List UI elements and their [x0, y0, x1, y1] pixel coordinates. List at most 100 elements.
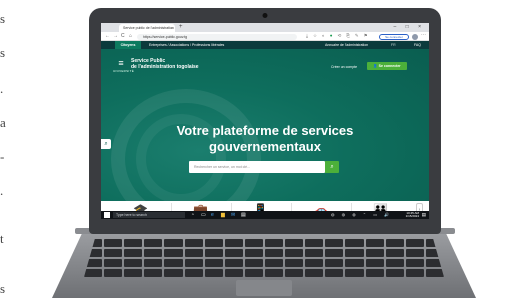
- keyboard-key: [365, 249, 384, 257]
- keyboard-key: [144, 239, 163, 247]
- site-top-nav: Citoyens Entreprises / Associations / Pr…: [101, 41, 429, 49]
- tab-entreprises[interactable]: Entreprises / Associations / Professions…: [149, 41, 224, 49]
- keyboard-key: [405, 249, 424, 257]
- keyboard-key: [345, 239, 364, 247]
- extension-icon[interactable]: ⎘: [346, 33, 350, 39]
- keyboard-key: [244, 269, 263, 277]
- home-icon[interactable]: ⌂: [129, 33, 132, 39]
- keyboard-key: [264, 269, 284, 277]
- extension-icon[interactable]: ◐: [322, 33, 325, 39]
- keyboard-key: [164, 269, 183, 277]
- laptop-touchpad: [236, 280, 292, 296]
- taskbar-clock[interactable]: 10:45 AM 1/15/2024: [406, 211, 419, 219]
- service-search-input[interactable]: Rechercher un service, un mot clé...: [189, 161, 325, 173]
- edge-browser-icon[interactable]: e: [211, 212, 214, 218]
- keyboard-key: [264, 239, 284, 247]
- keyboard-key: [305, 239, 324, 247]
- keyboard-key: [264, 249, 284, 257]
- laptop-screen: Service public de l'administration × + –…: [101, 23, 429, 219]
- keyboard-key: [144, 249, 163, 257]
- language-switch[interactable]: FR: [391, 41, 396, 49]
- mail-icon[interactable]: ✉: [231, 212, 235, 218]
- keyboard-key: [84, 269, 103, 277]
- keyboard-key: [385, 239, 404, 247]
- browser-tab[interactable]: Service public de l'administration ×: [119, 24, 175, 32]
- reload-icon[interactable]: C: [121, 33, 125, 39]
- extension-icon[interactable]: ⟲: [337, 33, 341, 39]
- windows-taskbar: Type here to search ◔ ▭ e ▆ ✉ ▤ ◍ ◍ ◍ ⌃ …: [101, 211, 429, 219]
- crop-text: s: [0, 11, 6, 26]
- keyboard-key: [285, 239, 304, 247]
- task-view-icon[interactable]: ▭: [201, 212, 206, 218]
- profile-avatar[interactable]: [412, 33, 418, 40]
- keyboard-key: [385, 249, 404, 257]
- store-icon[interactable]: ▤: [241, 212, 246, 218]
- photo-stage: s s . a - . t s Service public de l'admi…: [0, 0, 528, 302]
- keyboard-key: [144, 269, 163, 277]
- window-controls[interactable]: – □ ×: [394, 24, 426, 30]
- search-button[interactable]: ⌕: [325, 161, 339, 173]
- extension-icon[interactable]: ✎: [355, 33, 359, 39]
- keyboard-key: [345, 249, 364, 257]
- notification-icon[interactable]: ▤: [422, 212, 426, 218]
- keyboard-key: [325, 269, 344, 277]
- keyboard-key: [305, 249, 324, 257]
- extension-icon[interactable]: ⤓: [306, 33, 308, 39]
- keyboard-key: [325, 259, 344, 267]
- keyboard-key: [204, 239, 223, 247]
- back-arrow-icon[interactable]: ←: [105, 33, 110, 39]
- search-icon: ⌕: [330, 164, 334, 170]
- keyboard-key: [224, 269, 243, 277]
- keyboard-key: [385, 259, 404, 267]
- site-logo-icon[interactable]: ≡: [115, 57, 127, 69]
- crop-text: .: [0, 81, 4, 96]
- site-brand[interactable]: Service Public de l'administration togol…: [131, 58, 199, 70]
- windows-start-icon[interactable]: [104, 212, 110, 218]
- keyboard-key: [184, 259, 203, 267]
- keyboard-key: [204, 259, 223, 267]
- file-explorer-icon[interactable]: ▆: [221, 212, 225, 218]
- browser-menu-icon[interactable]: ⋯: [421, 32, 426, 38]
- browser-toolbar: ← → C ⌂ https://service-public.gouv.tg ⤓…: [101, 32, 429, 41]
- keyboard-key: [244, 249, 263, 257]
- keyboard-key: [385, 269, 404, 277]
- keyboard-key: [405, 259, 424, 267]
- keyboard-key: [124, 239, 143, 247]
- keyboard-key: [104, 239, 123, 247]
- browser-sync-button[interactable]: Se connecter: [379, 33, 409, 40]
- keyboard-key: [264, 259, 284, 267]
- keyboard-key: [164, 259, 183, 267]
- crop-text: s: [0, 281, 6, 296]
- keyboard-key: [164, 239, 183, 247]
- keyboard-key: [224, 239, 243, 247]
- directory-link[interactable]: Annuaire de l'administration: [325, 41, 368, 49]
- connect-button[interactable]: 👤 Se connecter: [367, 62, 407, 70]
- keyboard-key: [224, 259, 243, 267]
- faq-link[interactable]: FAQ: [414, 41, 421, 49]
- extension-icon[interactable]: ●: [330, 33, 333, 39]
- keyboard-key: [244, 259, 263, 267]
- keyboard-key: [184, 249, 203, 257]
- keyboard-key: [204, 249, 223, 257]
- keyboard-key: [144, 259, 163, 267]
- hero-section: ≡ UNIVERSITÉ Service Public de l'adminis…: [101, 49, 429, 219]
- extension-icon[interactable]: ☆: [313, 33, 317, 39]
- tab-close-icon[interactable]: ×: [171, 24, 173, 32]
- tab-citoyens[interactable]: Citoyens: [115, 41, 141, 49]
- extension-icon[interactable]: ⚑: [364, 33, 368, 39]
- keyboard-key: [285, 259, 304, 267]
- keyboard-key: [365, 269, 384, 277]
- keyboard-key: [325, 239, 344, 247]
- keyboard-key: [164, 249, 183, 257]
- cortana-icon[interactable]: ◔: [191, 212, 194, 218]
- create-account-link[interactable]: Créer un compte: [331, 65, 357, 69]
- address-bar[interactable]: https://service-public.gouv.tg: [137, 33, 297, 40]
- new-tab-button[interactable]: +: [179, 24, 183, 31]
- taskbar-search-input[interactable]: Type here to search: [113, 212, 185, 218]
- keyboard-key: [184, 269, 203, 277]
- system-tray-icons[interactable]: ◍ ◍ ◍ ⌃ ▭ 🔊: [331, 212, 392, 218]
- forward-arrow-icon[interactable]: →: [113, 33, 118, 39]
- keyboard-key: [365, 239, 384, 247]
- headline-line: gouvernementaux: [209, 139, 321, 154]
- keyboard-key: [124, 269, 143, 277]
